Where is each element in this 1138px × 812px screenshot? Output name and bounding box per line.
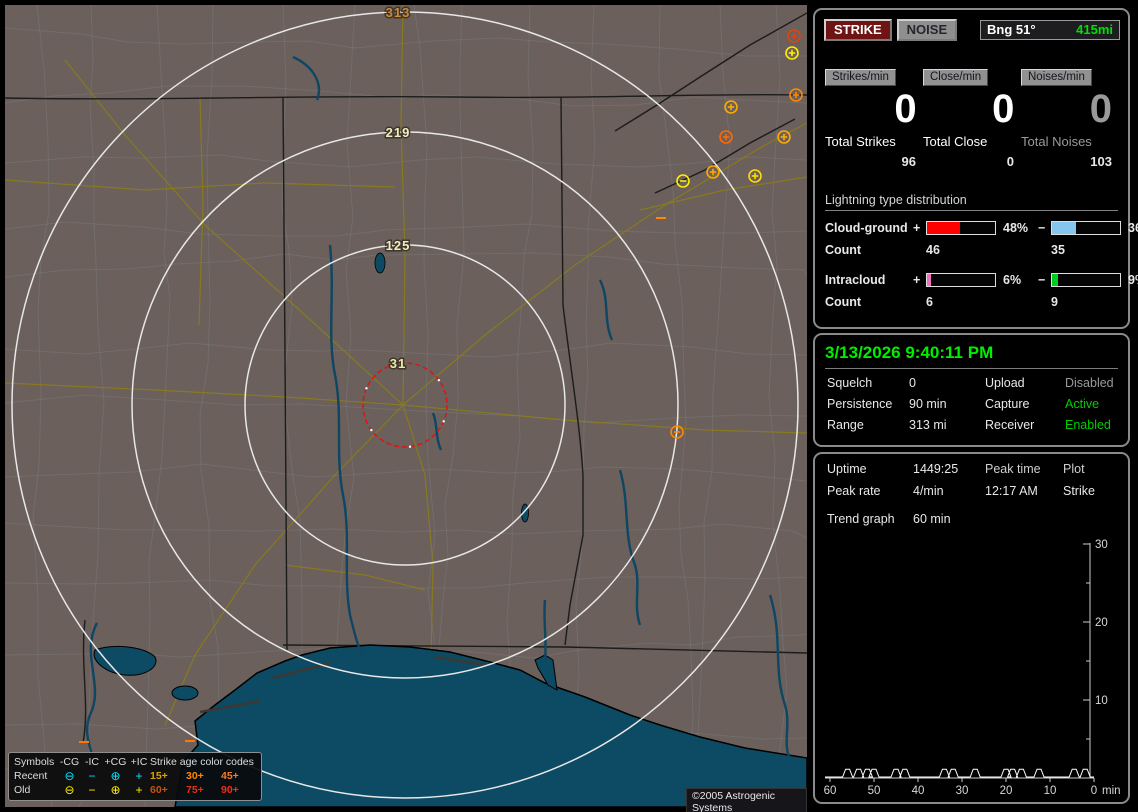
persistence-value: 90 min [909,397,947,411]
total-strikes-value: 96 [901,154,916,169]
age-15: 15+ [150,770,168,782]
app-window: 313 219 125 31 Symbols -CG -IC +CG +IC Stri… [0,0,1138,812]
symbol-legend: Symbols -CG -IC +CG +IC Strike age color… [8,752,262,801]
persistence-label: Persistence [827,397,893,411]
lightning-map[interactable]: 313 219 125 31 Symbols -CG -IC +CG +IC Stri… [5,5,807,812]
bearing-range: 415mi [1076,22,1113,37]
recent-pcg-icon: ⊕ [110,769,121,783]
cg-count-label: Count [825,243,862,257]
ic-negative-bar [1051,273,1121,287]
svg-text:60: 60 [824,785,837,797]
cg-positive-count: 46 [926,243,940,257]
ic-count-label: Count [825,295,862,309]
svg-text:10: 10 [1095,695,1108,707]
intracloud-label: Intracloud [825,273,886,287]
strikes-per-min-chip[interactable]: Strikes/min [825,69,896,86]
trend-panel: Uptime 1449:25 Peak time Plot Peak rate … [813,452,1130,804]
noises-per-min-chip[interactable]: Noises/min [1021,69,1092,86]
ic-negative-count: 9 [1051,295,1058,309]
legend-col-pcg: +CG [104,756,127,768]
strike-toggle-button[interactable]: STRIKE [824,19,892,41]
total-close-value: 0 [1006,154,1014,169]
ic-positive-pct: 6% [1003,273,1022,287]
map-canvas: 313 219 125 31 [5,5,807,807]
svg-text:20: 20 [1000,785,1013,797]
cg-positive-bar [926,221,996,235]
recent-ncg-icon: ⊖ [64,769,75,783]
plus-sign: + [913,221,921,235]
legend-header: Symbols [14,756,55,768]
age-60: 60+ [150,784,168,796]
legend-col-ncg: -CG [59,756,80,768]
svg-text:0: 0 [1091,785,1097,797]
svg-text:10: 10 [1044,785,1057,797]
distribution-title: Lightning type distribution [825,193,1118,211]
old-nic-icon: − [88,783,96,797]
noise-toggle-button[interactable]: NOISE [896,19,958,41]
minus-sign: − [1038,273,1046,287]
ic-negative-pct: 9% [1128,273,1138,287]
capture-label: Capture [985,397,1030,411]
cg-negative-count: 35 [1051,243,1065,257]
svg-text:219: 219 [386,125,411,140]
squelch-label: Squelch [827,376,873,390]
lightning-type-distribution: Lightning type distribution Cloud-ground… [825,193,1138,309]
legend-col-nic: -IC [85,756,99,768]
bearing-readout: Bng 51° 415mi [980,20,1120,40]
old-ncg-icon: ⊖ [64,783,75,797]
legend-age-header: Strike age color codes [150,756,254,768]
total-close-label: Total Close [923,134,988,149]
plus-sign: + [913,273,921,287]
age-75: 75+ [186,784,204,796]
total-strikes-label: Total Strikes [825,134,896,149]
cg-negative-bar [1051,221,1121,235]
svg-text:30: 30 [1095,539,1108,551]
strike-stats-panel: STRIKE NOISE Bng 51° 415mi Strikes/min C… [813,8,1138,329]
settings-panel: 3/13/2026 9:40:11 PM Squelch 0 Upload Di… [813,333,1130,447]
upload-label: Upload [985,376,1025,390]
svg-text:50: 50 [868,785,881,797]
receiver-status: Enabled [1065,418,1111,432]
age-30: 30+ [186,770,204,782]
legend-col-pic: +IC [130,756,148,768]
svg-text:20: 20 [1095,617,1108,629]
range-value: 313 mi [909,418,947,432]
svg-text:125: 125 [386,238,411,253]
strikes-per-min-value: 0 [894,87,917,131]
copyright-text: ©2005 Astrogenic Systems [686,788,807,812]
cg-negative-pct: 36% [1128,221,1138,235]
ic-positive-bar [926,273,996,287]
svg-text:313: 313 [386,5,411,20]
old-pcg-icon: ⊕ [110,783,121,797]
legend-old-label: Old [14,784,31,796]
svg-text:30: 30 [956,785,969,797]
date-time: 3/13/2026 9:40:11 PM [825,343,1118,369]
trend-graph: 10 20 30 60 50 40 30 20 10 0 min [824,539,1121,797]
cg-positive-pct: 48% [1003,221,1029,235]
total-noises-label: Total Noises [1021,134,1092,149]
svg-text:31: 31 [390,356,406,371]
recent-nic-icon: − [88,769,96,783]
recent-pic-icon: + [135,769,143,783]
close-per-min-chip[interactable]: Close/min [923,69,989,86]
capture-status: Active [1065,397,1100,411]
bearing-label: Bng 51° [987,22,1036,37]
range-label: Range [827,418,864,432]
noises-per-min-value: 0 [1089,87,1113,131]
svg-text:40: 40 [912,785,925,797]
legend-recent-label: Recent [14,770,48,782]
close-per-min-value: 0 [992,87,1015,131]
minus-sign: − [1038,221,1046,235]
age-90: 90+ [221,784,239,796]
age-45: 45+ [221,770,239,782]
upload-status: Disabled [1065,376,1114,390]
squelch-value: 0 [909,376,916,390]
svg-text:min: min [1102,785,1121,797]
total-noises-value: 103 [1090,154,1112,169]
receiver-label: Receiver [985,418,1035,432]
old-pic-icon: + [135,783,143,797]
ic-positive-count: 6 [926,295,933,309]
cloud-ground-label: Cloud-ground [825,221,908,235]
